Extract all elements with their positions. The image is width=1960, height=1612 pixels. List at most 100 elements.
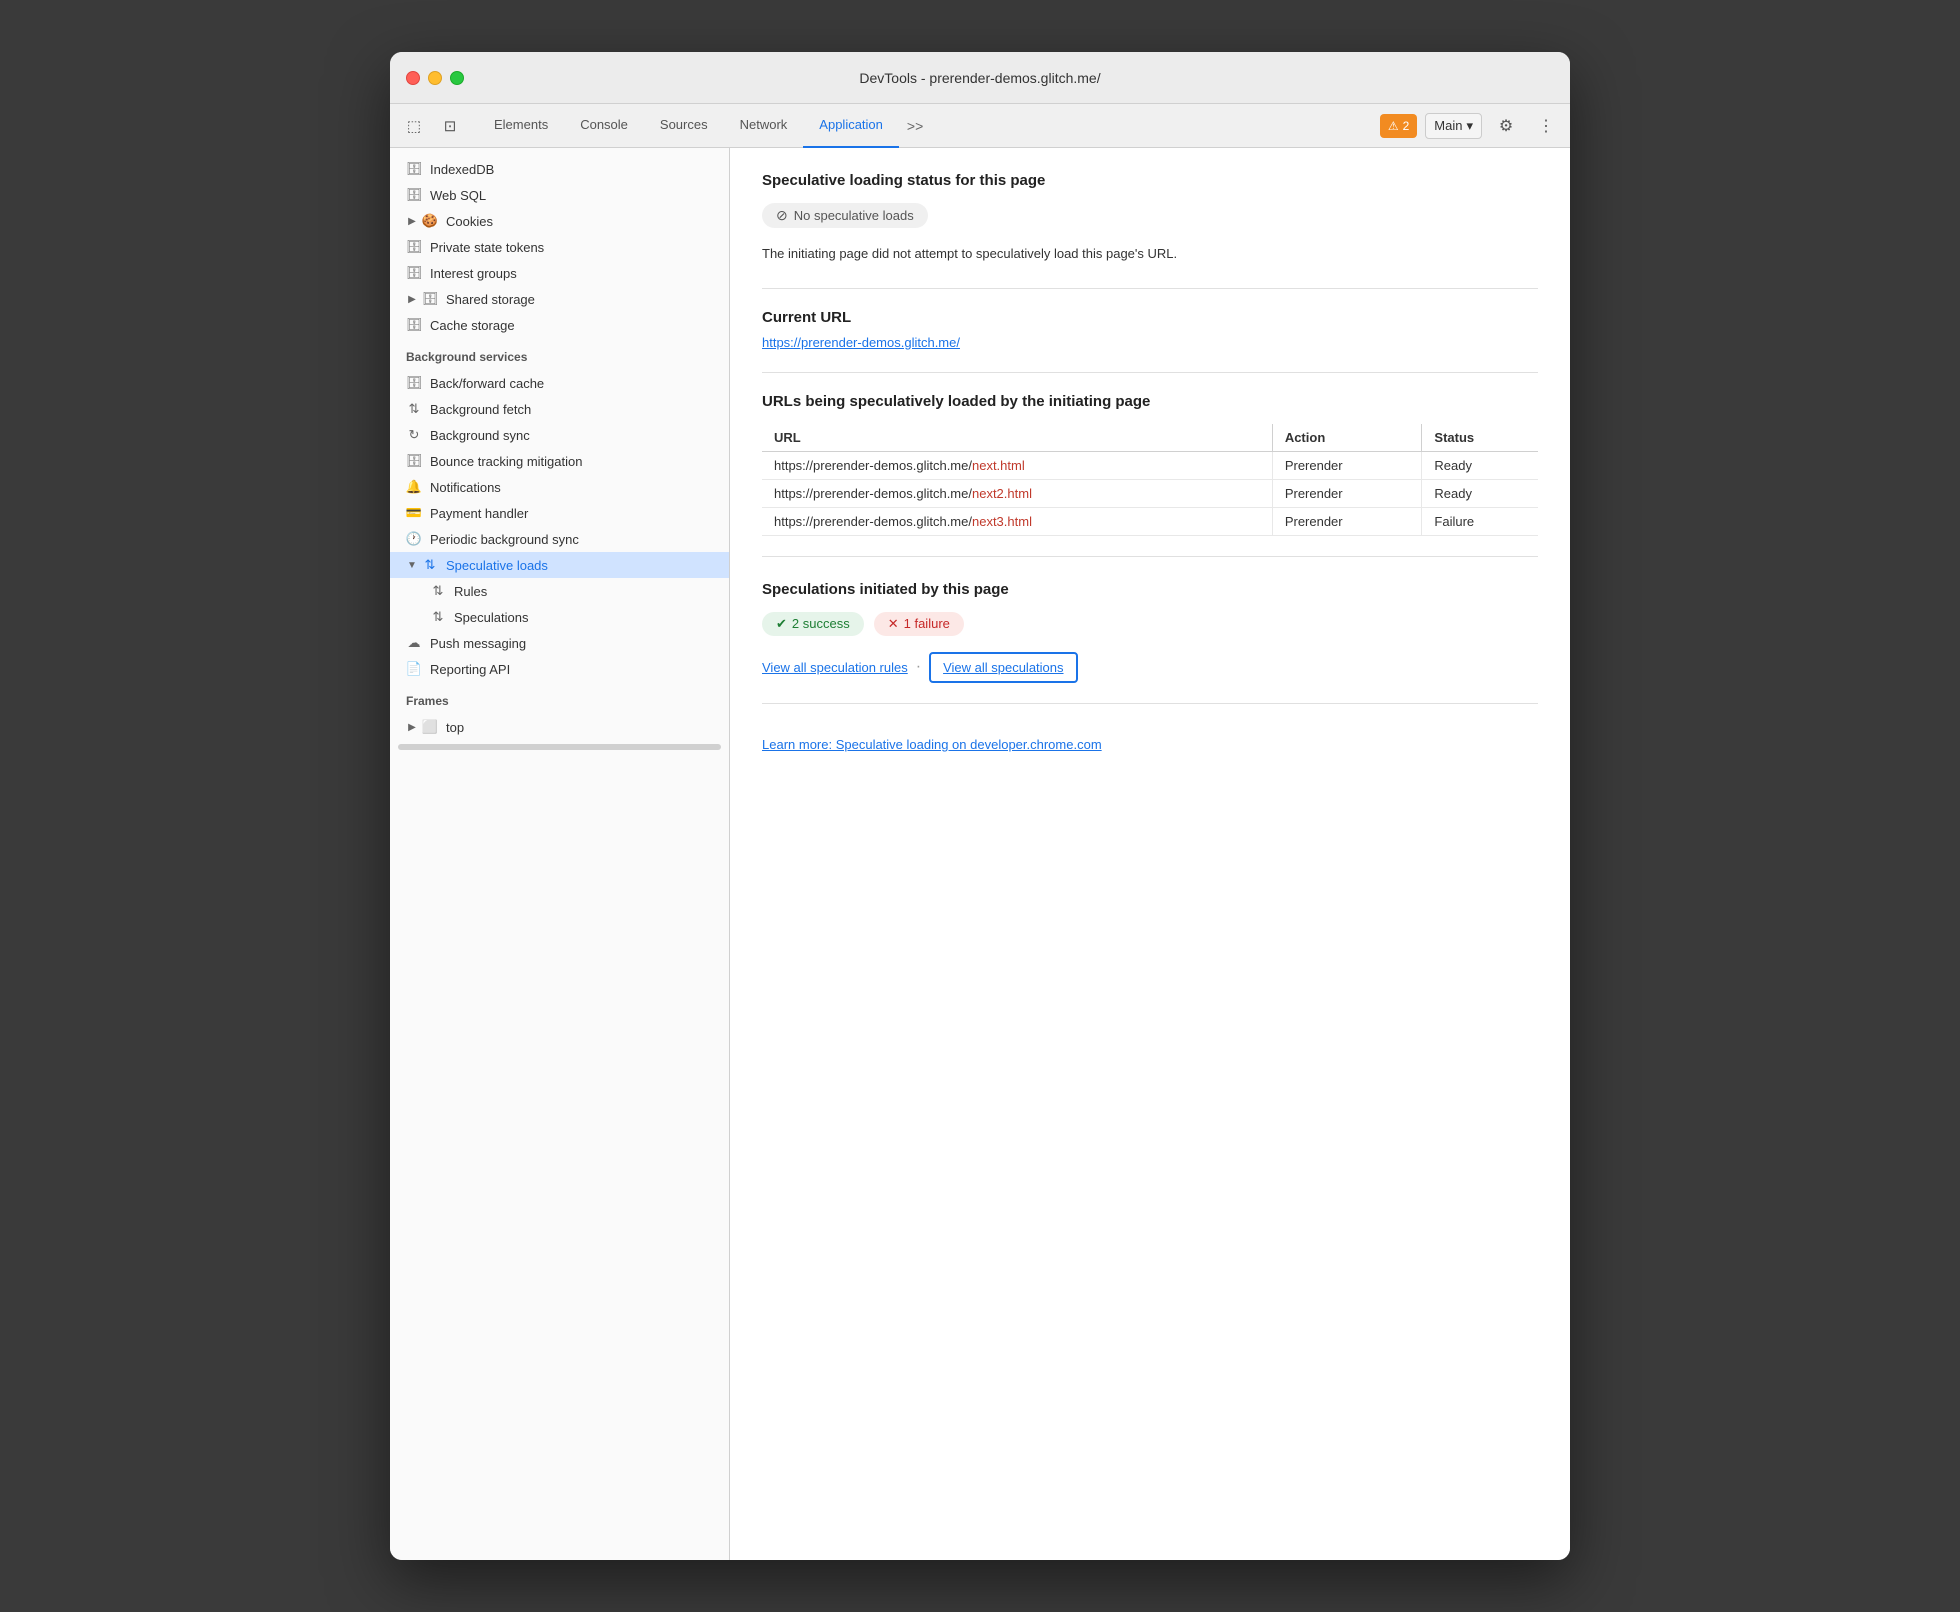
tab-bar: Elements Console Sources Network Applica… bbox=[478, 104, 1376, 148]
inspect-icon: ⬚ bbox=[407, 117, 421, 135]
tab-sources[interactable]: Sources bbox=[644, 104, 724, 148]
no-loads-description: The initiating page did not attempt to s… bbox=[762, 244, 1538, 264]
inspect-element-button[interactable]: ⬚ bbox=[398, 110, 430, 142]
database-icon: 🗄 bbox=[406, 317, 422, 333]
expand-collapse-icon: ▼ bbox=[406, 560, 418, 571]
sidebar-item-cookies[interactable]: ▶ 🍪 Cookies bbox=[390, 208, 729, 234]
expand-icon: ▶ bbox=[406, 294, 418, 305]
table-cell-status: Failure bbox=[1422, 507, 1538, 535]
url-base: https://prerender-demos.glitch.me/ bbox=[774, 486, 972, 501]
settings-button[interactable]: ⚙ bbox=[1490, 110, 1522, 142]
card-icon: 💳 bbox=[406, 505, 422, 521]
sidebar-scrollbar[interactable] bbox=[398, 744, 721, 750]
sidebar: 🗄 IndexedDB 🗄 Web SQL ▶ 🍪 Cookies 🗄 Priv… bbox=[390, 148, 730, 1560]
sync-icon: ↻ bbox=[406, 427, 422, 443]
sidebar-item-payment-handler[interactable]: 💳 Payment handler bbox=[390, 500, 729, 526]
learn-more-link[interactable]: Learn more: Speculative loading on devel… bbox=[762, 737, 1102, 752]
expand-icon: ▶ bbox=[406, 216, 418, 227]
sidebar-item-speculative-loads[interactable]: ▼ ⇅ Speculative loads bbox=[390, 552, 729, 578]
frames-section-label: Frames bbox=[390, 682, 729, 714]
tab-console[interactable]: Console bbox=[564, 104, 644, 148]
toolbar: ⬚ ⊡ Elements Console Sources Network App… bbox=[390, 104, 1570, 148]
cookie-icon: 🍪 bbox=[422, 213, 438, 229]
sidebar-item-push-messaging[interactable]: ☁ Push messaging bbox=[390, 630, 729, 656]
learn-more-section: Learn more: Speculative loading on devel… bbox=[762, 736, 1538, 754]
tab-network[interactable]: Network bbox=[724, 104, 804, 148]
col-header-url: URL bbox=[762, 424, 1272, 452]
more-options-button[interactable]: ⋮ bbox=[1530, 110, 1562, 142]
arrows-icon: ⇅ bbox=[406, 401, 422, 417]
table-cell-url: https://prerender-demos.glitch.me/next3.… bbox=[762, 507, 1272, 535]
database-icon: 🗄 bbox=[406, 239, 422, 255]
table-cell-url: https://prerender-demos.glitch.me/next2.… bbox=[762, 479, 1272, 507]
speculative-loading-section: Speculative loading status for this page… bbox=[762, 172, 1538, 264]
sidebar-item-cache-storage[interactable]: 🗄 Cache storage bbox=[390, 312, 729, 338]
table-row: https://prerender-demos.glitch.me/next2.… bbox=[762, 479, 1538, 507]
maximize-button[interactable] bbox=[450, 71, 464, 85]
main-area: 🗄 IndexedDB 🗄 Web SQL ▶ 🍪 Cookies 🗄 Priv… bbox=[390, 148, 1570, 1560]
view-all-speculations-link[interactable]: View all speculations bbox=[929, 652, 1077, 683]
more-tabs-button[interactable]: >> bbox=[899, 118, 931, 134]
sidebar-item-periodic-background-sync[interactable]: 🕐 Periodic background sync bbox=[390, 526, 729, 552]
table-cell-status: Ready bbox=[1422, 479, 1538, 507]
cloud-icon: ☁ bbox=[406, 635, 422, 651]
database-icon: 🗄 bbox=[406, 161, 422, 177]
no-loads-badge: ⊘ No speculative loads bbox=[762, 203, 928, 228]
url-highlight: next2.html bbox=[972, 486, 1032, 501]
close-button[interactable] bbox=[406, 71, 420, 85]
sidebar-item-indexeddb[interactable]: 🗄 IndexedDB bbox=[390, 156, 729, 182]
expand-icon: ▶ bbox=[406, 722, 418, 733]
titlebar: DevTools - prerender-demos.glitch.me/ bbox=[390, 52, 1570, 104]
success-badge: ✔ 2 success bbox=[762, 612, 864, 636]
toolbar-right: ⚠ 2 Main ▾ ⚙ ⋮ bbox=[1380, 110, 1562, 142]
failure-icon: ✕ bbox=[888, 616, 899, 632]
sidebar-item-notifications[interactable]: 🔔 Notifications bbox=[390, 474, 729, 500]
current-url-link[interactable]: https://prerender-demos.glitch.me/ bbox=[762, 335, 960, 350]
sidebar-item-private-state-tokens[interactable]: 🗄 Private state tokens bbox=[390, 234, 729, 260]
sidebar-item-rules[interactable]: ⇅ Rules bbox=[390, 578, 729, 604]
view-speculation-rules-link[interactable]: View all speculation rules bbox=[762, 660, 908, 675]
col-header-action: Action bbox=[1272, 424, 1422, 452]
sidebar-item-bounce-tracking[interactable]: 🗄 Bounce tracking mitigation bbox=[390, 448, 729, 474]
sidebar-item-shared-storage[interactable]: ▶ 🗄 Shared storage bbox=[390, 286, 729, 312]
spec-badges-row: ✔ 2 success ✕ 1 failure bbox=[762, 612, 1538, 636]
dot-separator: · bbox=[916, 658, 921, 676]
table-cell-action: Prerender bbox=[1272, 507, 1422, 535]
speculations-section: Speculations initiated by this page ✔ 2 … bbox=[762, 581, 1538, 683]
sidebar-item-background-fetch[interactable]: ⇅ Background fetch bbox=[390, 396, 729, 422]
database-icon: 🗄 bbox=[406, 187, 422, 203]
speculative-loading-title: Speculative loading status for this page bbox=[762, 172, 1538, 189]
spec-links-row: View all speculation rules · View all sp… bbox=[762, 652, 1538, 683]
tab-elements[interactable]: Elements bbox=[478, 104, 564, 148]
divider-2 bbox=[762, 372, 1538, 373]
frame-icon: ⬜ bbox=[422, 719, 438, 735]
sidebar-item-back-forward-cache[interactable]: 🗄 Back/forward cache bbox=[390, 370, 729, 396]
main-context-dropdown[interactable]: Main ▾ bbox=[1425, 113, 1482, 139]
divider-3 bbox=[762, 556, 1538, 557]
background-services-label: Background services bbox=[390, 338, 729, 370]
url-base: https://prerender-demos.glitch.me/ bbox=[774, 458, 972, 473]
arrows-icon: ⇅ bbox=[430, 609, 446, 625]
issues-badge-button[interactable]: ⚠ 2 bbox=[1380, 114, 1417, 138]
table-row: https://prerender-demos.glitch.me/next.h… bbox=[762, 451, 1538, 479]
sidebar-item-background-sync[interactable]: ↻ Background sync bbox=[390, 422, 729, 448]
table-cell-url: https://prerender-demos.glitch.me/next.h… bbox=[762, 451, 1272, 479]
warning-icon: ⚠ bbox=[1388, 119, 1399, 133]
traffic-lights bbox=[406, 71, 464, 85]
sidebar-item-interest-groups[interactable]: 🗄 Interest groups bbox=[390, 260, 729, 286]
sidebar-item-websql[interactable]: 🗄 Web SQL bbox=[390, 182, 729, 208]
sidebar-item-top-frame[interactable]: ▶ ⬜ top bbox=[390, 714, 729, 740]
sidebar-item-speculations[interactable]: ⇅ Speculations bbox=[390, 604, 729, 630]
table-cell-action: Prerender bbox=[1272, 479, 1422, 507]
speculative-urls-table: URL Action Status https://prerender-demo… bbox=[762, 424, 1538, 536]
tab-application[interactable]: Application bbox=[803, 104, 899, 148]
urls-table-title: URLs being speculatively loaded by the i… bbox=[762, 393, 1538, 410]
device-toolbar-button[interactable]: ⊡ bbox=[434, 110, 466, 142]
sidebar-item-reporting-api[interactable]: 📄 Reporting API bbox=[390, 656, 729, 682]
more-icon: ⋮ bbox=[1538, 116, 1554, 136]
divider-1 bbox=[762, 288, 1538, 289]
col-header-status: Status bbox=[1422, 424, 1538, 452]
minimize-button[interactable] bbox=[428, 71, 442, 85]
success-icon: ✔ bbox=[776, 616, 787, 632]
toolbar-left-icons: ⬚ ⊡ bbox=[398, 110, 466, 142]
